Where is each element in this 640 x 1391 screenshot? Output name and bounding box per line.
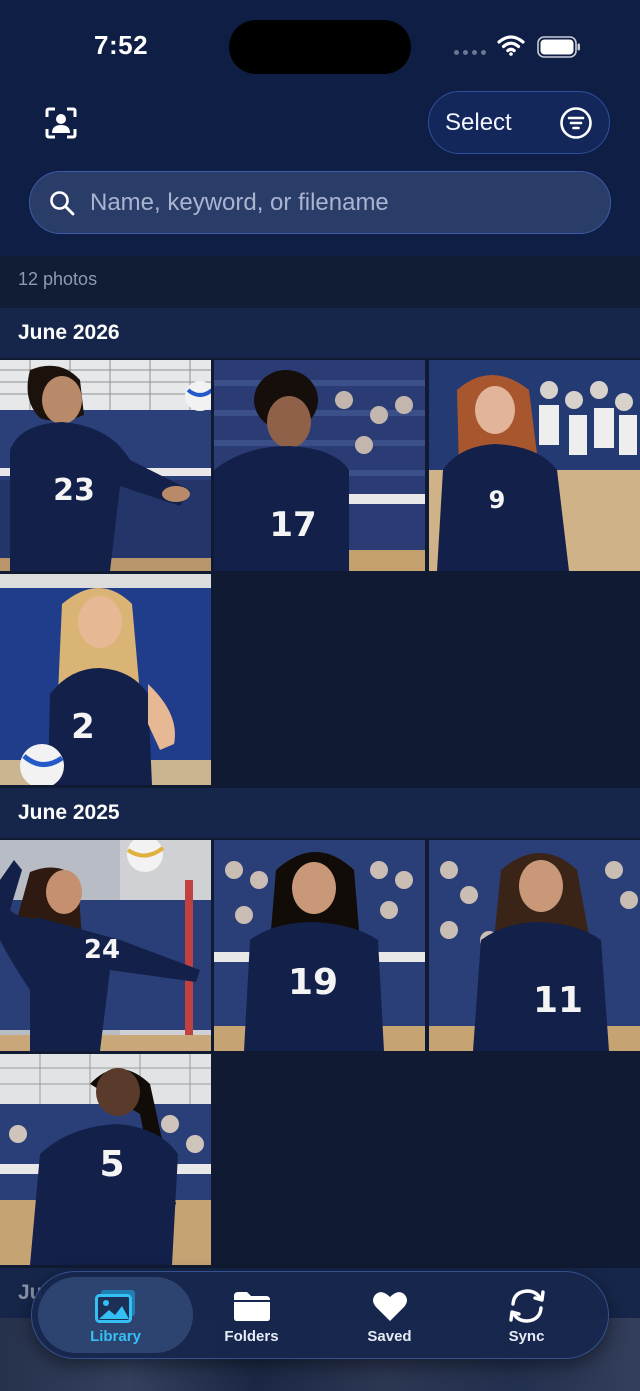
section-header: June 2026 [0,308,640,358]
photo-thumbnail[interactable]: 23 [0,360,211,571]
player-photo-image [0,574,211,785]
section-title: June 2025 [18,801,120,824]
tab-bar: Library Folders Saved Sync [31,1271,609,1359]
select-button[interactable]: Select [428,91,610,154]
wifi-icon [497,35,525,56]
photo-thumbnail[interactable]: 11 [429,840,640,1051]
section-title: June 2026 [18,321,120,344]
jersey-number: 9 [489,486,506,514]
sync-icon [506,1288,548,1324]
folder-icon [231,1288,273,1324]
photo-count: 12 photos [18,269,98,289]
cellular-signal-icon [454,50,486,55]
jersey-number: 11 [533,980,583,1020]
search-icon [50,190,75,215]
filter-icon[interactable] [559,106,593,140]
photo-thumbnail[interactable]: 17 [214,360,425,571]
heart-icon [369,1288,411,1324]
player-photo-image [214,840,425,1051]
jersey-number: 23 [53,473,95,506]
tab-label: Saved [367,1328,412,1345]
tab-saved[interactable]: Saved [312,1277,467,1353]
jersey-number: 17 [270,505,316,542]
player-photo-image [429,360,640,571]
photo-thumbnail[interactable]: 19 [214,840,425,1051]
search-placeholder: Name, keyword, or filename [90,188,389,216]
photos-icon [94,1288,137,1324]
tab-label: Folders [224,1328,279,1345]
photo-thumbnail[interactable]: 9 [429,360,640,571]
jersey-number: 24 [84,935,120,964]
search-input[interactable]: Name, keyword, or filename [29,171,611,234]
photo-library-screen: 7:52 Select Name, keyword, or filename 1… [0,0,640,1391]
status-bar: 7:52 [0,0,640,90]
photo-thumbnail[interactable]: 2 [0,574,211,785]
photo-count-row: 12 photos [0,256,640,308]
status-time: 7:52 [94,30,149,60]
dynamic-island [229,20,411,74]
jersey-number: 2 [71,707,95,744]
tab-folders[interactable]: Folders [174,1277,329,1353]
player-photo-image [0,360,211,571]
battery-icon [537,36,580,58]
tab-library[interactable]: Library [38,1277,193,1353]
select-label: Select [445,108,512,136]
section-header: June 2025 [0,788,640,838]
face-scan-icon [45,107,77,139]
tab-label: Library [90,1328,141,1345]
photo-thumbnail[interactable]: 24 [0,840,211,1051]
jersey-number: 19 [288,962,338,1002]
photo-thumbnail[interactable]: 5 [0,1054,211,1265]
header: Select Name, keyword, or filename [0,90,640,256]
tab-sync[interactable]: Sync [449,1277,604,1353]
jersey-number: 5 [99,1144,124,1184]
player-photo-image [214,360,425,571]
face-search-button[interactable] [40,102,82,144]
tab-label: Sync [508,1328,545,1345]
